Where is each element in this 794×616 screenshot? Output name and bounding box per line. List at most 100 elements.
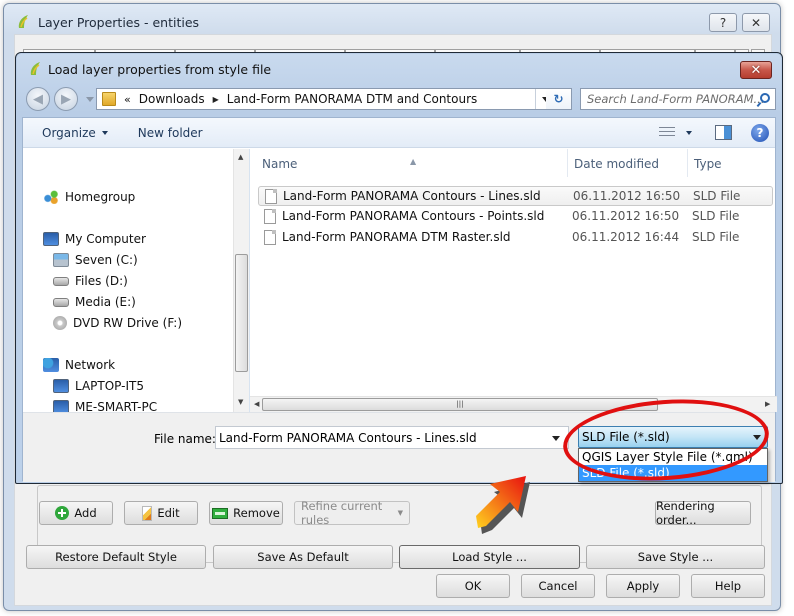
new-folder-button[interactable]: New folder (138, 126, 203, 140)
system-drive-icon (53, 253, 69, 267)
column-divider[interactable] (567, 149, 568, 177)
nav-label: LAPTOP-IT5 (75, 379, 144, 393)
organize-label: Organize (42, 125, 96, 140)
refine-rules-label: Refine current rules (301, 499, 383, 527)
organize-menu[interactable]: Organize (42, 126, 108, 140)
file-name: Land-Form PANORAMA Contours - Lines.sld (283, 189, 541, 203)
help-title-button[interactable]: ? (709, 13, 737, 32)
nav-item-my-computer[interactable]: My Computer (43, 230, 146, 248)
ok-button[interactable]: OK (436, 574, 510, 598)
remove-rule-button[interactable]: Remove (209, 501, 283, 525)
nav-item-homegroup[interactable]: Homegroup (43, 188, 135, 206)
search-placeholder: Search Land-Form PANORAM... (587, 92, 765, 106)
file-name: Land-Form PANORAMA DTM Raster.sld (282, 230, 511, 244)
nav-label: Network (65, 358, 116, 372)
file-type-select[interactable]: SLD File (*.sld) (578, 426, 768, 448)
scroll-down-icon[interactable]: ▼ (238, 398, 243, 406)
add-rule-button[interactable]: Add (39, 501, 113, 525)
hard-drive-icon (53, 276, 69, 286)
computer-icon (43, 232, 59, 246)
file-type: SLD File (692, 230, 740, 244)
help-icon[interactable]: ? (751, 124, 769, 142)
hard-drive-icon (53, 297, 69, 307)
nav-item-drive-f[interactable]: DVD RW Drive (F:) (53, 314, 182, 332)
edit-rule-button[interactable]: Edit (124, 501, 198, 525)
nav-label: Seven (C:) (75, 253, 138, 267)
file-row[interactable]: Land-Form PANORAMA Contours - Points.sld… (258, 207, 773, 227)
file-type-option-qml[interactable]: QGIS Layer Style File (*.qml) (579, 449, 767, 465)
scroll-right-icon[interactable]: ▶ (765, 400, 770, 408)
nav-label: Media (E:) (75, 295, 136, 309)
search-input[interactable]: Search Land-Form PANORAM... (580, 88, 776, 110)
breadcrumb-separator-icon[interactable]: ▶ (213, 95, 219, 104)
qgis-logo-icon (30, 62, 40, 75)
file-row[interactable]: Land-Form PANORAMA Contours - Lines.sld … (258, 186, 773, 206)
nav-pane-scroll-thumb[interactable] (235, 254, 248, 372)
homegroup-icon (43, 190, 59, 204)
navigation-pane: Homegroup My Computer Seven (C:) Files (… (23, 149, 249, 414)
file-dialog-titlebar: Load layer properties from style file (28, 61, 271, 77)
file-row[interactable]: Land-Form PANORAMA DTM Raster.sld 06.11.… (258, 228, 773, 248)
dvd-drive-icon (53, 316, 67, 330)
breadcrumb-current-folder[interactable]: Land-Form PANORAMA DTM and Contours (227, 92, 477, 106)
apply-button[interactable]: Apply (606, 574, 680, 598)
load-style-button[interactable]: Load Style ... (399, 545, 580, 569)
change-view-icon[interactable] (659, 127, 675, 139)
file-list-horizontal-scrollbar[interactable]: ◀ ||| ▶ (250, 396, 777, 412)
view-options-chevron-icon[interactable] (686, 131, 692, 135)
breadcrumb-downloads[interactable]: Downloads (139, 92, 205, 106)
sort-ascending-icon: ▲ (410, 157, 417, 166)
back-button[interactable]: ◀ (26, 87, 50, 111)
load-style-file-dialog: Load layer properties from style file ✕ … (15, 52, 783, 484)
search-icon[interactable] (760, 93, 770, 103)
nav-item-drive-c[interactable]: Seven (C:) (53, 251, 138, 269)
file-date: 06.11.2012 16:44 (572, 230, 680, 244)
file-type-option-sld[interactable]: SLD File (*.sld) (579, 465, 767, 481)
scroll-up-icon[interactable]: ▲ (238, 153, 243, 161)
restore-default-style-button[interactable]: Restore Default Style (26, 545, 206, 569)
file-dialog-close-button[interactable]: ✕ (740, 61, 772, 79)
file-dialog-title: Load layer properties from style file (48, 61, 272, 77)
rendering-order-button[interactable]: Rendering order... (655, 499, 751, 527)
file-type-dropdown-list: QGIS Layer Style File (*.qml) SLD File (… (578, 448, 768, 482)
file-list-header: Name ▲ Date modified Type (250, 149, 777, 177)
file-type: SLD File (693, 189, 741, 203)
nav-item-laptop-it5[interactable]: LAPTOP-IT5 (53, 377, 144, 395)
refine-rules-dropdown[interactable]: Refine current rules ▼ (294, 499, 410, 527)
nav-pane-scrollbar[interactable]: ▲ ▼ (233, 149, 249, 412)
column-date-modified[interactable]: Date modified (574, 157, 659, 171)
network-icon (43, 358, 59, 372)
preview-pane-icon[interactable] (715, 125, 732, 140)
column-divider[interactable] (687, 149, 688, 177)
cancel-button[interactable]: Cancel (521, 574, 595, 598)
file-date: 06.11.2012 16:50 (572, 209, 680, 223)
chevron-down-icon[interactable] (552, 436, 560, 441)
save-as-default-button[interactable]: Save As Default (213, 545, 393, 569)
column-name[interactable]: Name (262, 157, 297, 171)
file-name-input[interactable]: Land-Form PANORAMA Contours - Lines.sld (215, 426, 569, 449)
folder-icon (102, 92, 116, 106)
nav-item-drive-e[interactable]: Media (E:) (53, 293, 136, 311)
file-icon (264, 209, 276, 224)
nav-item-network[interactable]: Network (43, 356, 115, 374)
column-type[interactable]: Type (694, 157, 722, 171)
nav-label: Homegroup (65, 190, 136, 204)
nav-item-drive-d[interactable]: Files (D:) (53, 272, 128, 290)
scroll-left-icon[interactable]: ◀ (254, 400, 259, 408)
chevron-down-icon (101, 130, 108, 135)
breadcrumb-overflow[interactable]: « (124, 93, 131, 106)
address-bar[interactable]: « Downloads ▶ Land-Form PANORAMA DTM and… (96, 88, 556, 110)
forward-button[interactable]: ▶ (54, 87, 78, 111)
help-button[interactable]: Help (691, 574, 765, 598)
chevron-down-icon (753, 435, 761, 440)
recent-locations-chevron-icon[interactable] (86, 97, 94, 102)
refresh-button[interactable]: ↻ (546, 88, 572, 110)
horizontal-scroll-thumb[interactable]: ||| (262, 398, 658, 411)
save-style-button[interactable]: Save Style ... (586, 545, 765, 569)
file-icon (265, 189, 277, 204)
add-rule-label: Add (74, 506, 97, 520)
edit-rule-label: Edit (157, 506, 180, 520)
layer-properties-titlebar: Layer Properties - entities (16, 12, 199, 32)
close-title-button[interactable]: ✕ (742, 13, 770, 32)
command-bar: Organize New folder ? (23, 118, 775, 148)
